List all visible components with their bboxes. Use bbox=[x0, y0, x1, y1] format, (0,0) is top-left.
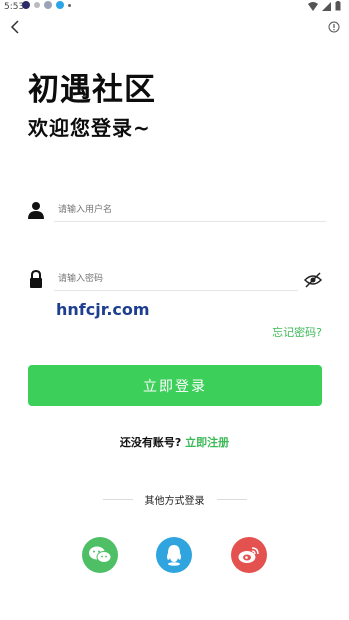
other-login-divider: 其他方式登录 bbox=[0, 492, 349, 507]
page-subtitle: 欢迎您登录~ bbox=[28, 116, 151, 140]
notification-icons bbox=[22, 1, 71, 9]
forgot-password-link[interactable]: 忘记密码? bbox=[272, 324, 322, 340]
info-button[interactable] bbox=[325, 18, 343, 36]
app-notification-icon bbox=[34, 2, 40, 8]
user-icon bbox=[28, 202, 44, 219]
password-input[interactable] bbox=[54, 268, 298, 291]
qq-icon bbox=[167, 545, 181, 566]
battery-icon bbox=[335, 1, 341, 11]
username-input[interactable] bbox=[54, 199, 326, 222]
register-prompt: 还没有账号? bbox=[119, 436, 182, 449]
register-link[interactable]: 立即注册 bbox=[185, 436, 229, 449]
chevron-left-icon bbox=[10, 20, 19, 34]
captcha-text: hnfcjr.com bbox=[56, 300, 150, 319]
weibo-icon bbox=[238, 547, 259, 563]
eye-off-icon[interactable] bbox=[303, 270, 323, 290]
divider-line bbox=[102, 499, 133, 500]
weibo-login-button[interactable] bbox=[231, 537, 267, 573]
page-title: 初遇社区 bbox=[28, 72, 156, 108]
divider-line bbox=[216, 499, 247, 500]
app-notification-icon bbox=[44, 1, 52, 9]
app-notification-icon bbox=[56, 1, 64, 9]
login-button[interactable]: 立即登录 bbox=[28, 365, 322, 406]
system-icons bbox=[308, 1, 341, 11]
wechat-login-button[interactable] bbox=[82, 537, 118, 573]
wifi-icon bbox=[308, 1, 318, 11]
status-bar: 5:53 bbox=[0, 0, 349, 14]
lock-icon bbox=[30, 270, 42, 288]
other-login-label: 其他方式登录 bbox=[144, 496, 205, 507]
app-notification-icon bbox=[22, 1, 30, 9]
more-dot-icon bbox=[68, 3, 71, 7]
register-row: 还没有账号? 立即注册 bbox=[0, 434, 349, 450]
back-button[interactable] bbox=[6, 18, 24, 36]
signal-icon bbox=[322, 1, 331, 11]
wechat-icon bbox=[89, 546, 111, 563]
qq-login-button[interactable] bbox=[156, 537, 192, 573]
info-icon bbox=[328, 21, 340, 33]
